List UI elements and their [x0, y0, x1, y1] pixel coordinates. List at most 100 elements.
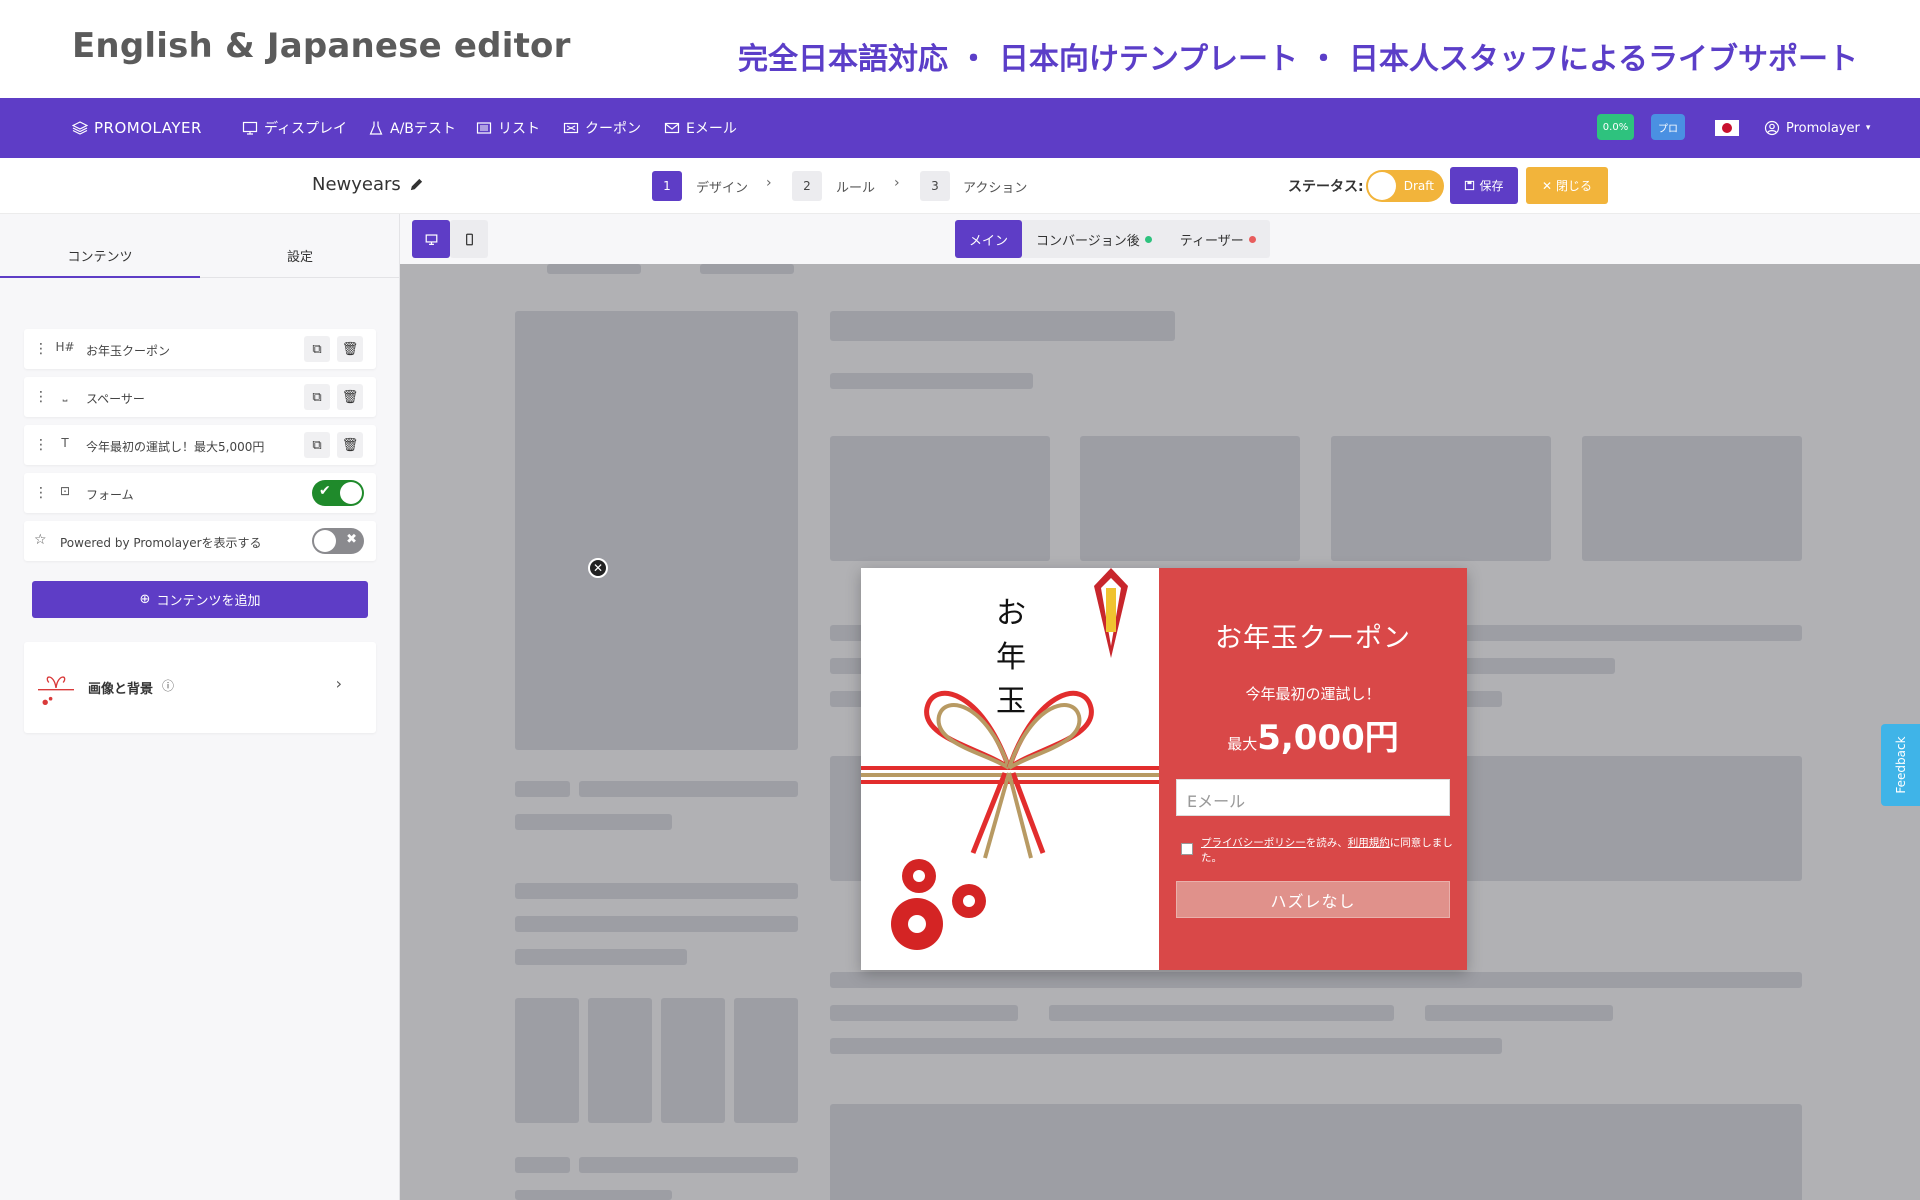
content-row-spacer[interactable]: ⋮ ⎵ スペーサー ⧉ 🗑	[24, 377, 376, 417]
step-2-label[interactable]: ルール	[836, 177, 875, 196]
privacy-policy-link[interactable]: プライバシーポリシー	[1201, 837, 1306, 849]
form-toggle[interactable]: ✔	[312, 480, 364, 506]
nav-ab-test[interactable]: A/Bテスト	[368, 98, 456, 158]
status-dot	[1248, 235, 1256, 243]
feedback-label: Feedback	[1893, 736, 1908, 794]
add-content-button[interactable]: ⊕ コンテンツを追加	[32, 581, 368, 618]
duplicate-icon[interactable]: ⧉	[304, 336, 330, 362]
nav-display[interactable]: ディスプレイ	[242, 98, 347, 158]
coupon-popup: お 年 玉 お年玉クーポン 今年最初の運試し！ 最大5,000円 Eメール プラ…	[861, 568, 1467, 970]
submit-button[interactable]: ハズレなし	[1176, 881, 1450, 918]
skeleton-block	[547, 264, 641, 274]
skeleton-block	[1049, 1005, 1394, 1021]
nav-coupon[interactable]: クーポン	[563, 98, 641, 158]
tab-after-conversion[interactable]: コンバージョン後	[1022, 220, 1166, 258]
duplicate-icon[interactable]: ⧉	[304, 432, 330, 458]
desktop-view-button[interactable]	[412, 220, 450, 258]
tab-settings[interactable]: 設定	[200, 234, 400, 278]
editor-subheader: Newyears	[0, 158, 1920, 214]
skeleton-block	[515, 949, 687, 965]
chevron-right-icon: ›	[894, 175, 900, 191]
status-toggle[interactable]: Draft	[1366, 170, 1444, 202]
flask-icon	[369, 121, 383, 135]
row-label: スペーサー	[86, 392, 145, 406]
consent-checkbox[interactable]	[1181, 843, 1193, 855]
consent-text: プライバシーポリシーを読み、利用規約に同意しました。	[1201, 836, 1453, 866]
help-icon[interactable]: ⓘ	[162, 677, 174, 694]
step-3-label[interactable]: アクション	[963, 177, 1027, 196]
user-menu[interactable]: Promolayer ▾	[1764, 98, 1870, 158]
mail-icon	[664, 122, 680, 134]
tab-teaser[interactable]: ティーザー	[1166, 220, 1270, 258]
logo-text: PROMOLAYER	[94, 119, 202, 137]
content-row-heading[interactable]: ⋮ H# お年玉クーポン ⧉ 🗑	[24, 329, 376, 369]
terms-link[interactable]: 利用規約	[1348, 837, 1390, 849]
amount-prefix: 最大	[1227, 735, 1258, 753]
skeleton-block	[830, 972, 1802, 988]
drag-handle-icon[interactable]: ⋮	[34, 437, 48, 453]
skeleton-block	[515, 916, 798, 932]
check-icon: ✔	[319, 483, 331, 499]
duplicate-icon[interactable]: ⧉	[304, 384, 330, 410]
skeleton-block	[515, 1157, 570, 1173]
step-1-number[interactable]: 1	[652, 171, 682, 201]
save-button[interactable]: 保存	[1450, 167, 1518, 204]
nav-list[interactable]: リスト	[476, 98, 540, 158]
plus-circle-icon: ⊕	[139, 592, 151, 607]
status-value: Draft	[1403, 179, 1434, 193]
feedback-tab[interactable]: Feedback	[1881, 724, 1920, 806]
close-button[interactable]: ✕ 閉じる	[1526, 167, 1608, 204]
user-icon	[1764, 120, 1780, 136]
trash-icon[interactable]: 🗑	[337, 432, 363, 458]
skeleton-block	[830, 1104, 1802, 1200]
japan-flag-icon[interactable]	[1715, 120, 1739, 136]
amount-value: 5,000円	[1257, 718, 1399, 758]
skeleton-block	[515, 883, 798, 899]
skeleton-block	[830, 1038, 1502, 1054]
tab-main[interactable]: メイン	[955, 220, 1023, 258]
mizuhiki-icon	[861, 568, 1159, 950]
email-field[interactable]: Eメール	[1176, 779, 1450, 816]
powered-by-label: Powered by Promolayerを表示する	[60, 536, 262, 550]
skeleton-block	[1080, 436, 1300, 561]
promolayer-logo[interactable]: PROMOLAYER	[72, 98, 202, 158]
drag-handle-icon[interactable]: ⋮	[34, 485, 48, 501]
step-2-number[interactable]: 2	[792, 171, 822, 201]
skeleton-block	[515, 1190, 672, 1200]
skeleton-block	[515, 814, 672, 830]
status-label: ステータス:	[1288, 179, 1364, 195]
image-background-card[interactable]: 画像と背景 ⓘ ›	[24, 642, 376, 733]
nav-ab-test-label: A/Bテスト	[390, 121, 456, 137]
noshi-illustration: お 年 玉	[861, 568, 1159, 970]
campaign-name[interactable]: Newyears	[312, 174, 424, 195]
mobile-icon	[465, 233, 473, 245]
drag-handle-icon[interactable]: ⋮	[34, 389, 48, 405]
content-row-form[interactable]: ⋮ ⊡ フォーム ✔	[24, 473, 376, 513]
step-3-number[interactable]: 3	[920, 171, 950, 201]
content-row-text[interactable]: ⋮ T 今年最初の運試し！最大5,000円 ⧉ 🗑	[24, 425, 376, 465]
heading-icon: H#	[55, 340, 75, 354]
tab-contents[interactable]: コンテンツ	[0, 234, 200, 278]
close-icon: ✕	[1541, 178, 1553, 193]
skeleton-block	[700, 264, 794, 274]
toggle-knob	[314, 530, 336, 552]
popup-title: お年玉クーポン	[1215, 623, 1411, 654]
row-label: 今年最初の運試し！最大5,000円	[86, 440, 265, 454]
nav-email[interactable]: Eメール	[664, 98, 737, 158]
spacer-icon: ⎵	[62, 388, 68, 402]
drag-handle-icon[interactable]: ⋮	[34, 341, 48, 357]
popup-close-icon[interactable]: ✕	[588, 558, 608, 578]
user-name: Promolayer	[1786, 120, 1860, 136]
powered-by-row: ☆ Powered by Promolayerを表示する ✖	[24, 521, 376, 561]
skeleton-block	[588, 998, 652, 1123]
mobile-view-button[interactable]	[450, 220, 488, 258]
pencil-icon[interactable]	[409, 177, 424, 192]
powered-by-toggle[interactable]: ✖	[312, 528, 364, 554]
nav-list-label: リスト	[498, 121, 540, 137]
step-1-label[interactable]: デザイン	[696, 177, 748, 196]
trash-icon[interactable]: 🗑	[337, 384, 363, 410]
status-dot	[1144, 235, 1152, 243]
nav-coupon-label: クーポン	[585, 121, 641, 137]
trash-icon[interactable]: 🗑	[337, 336, 363, 362]
chevron-right-icon[interactable]: ›	[336, 674, 342, 693]
